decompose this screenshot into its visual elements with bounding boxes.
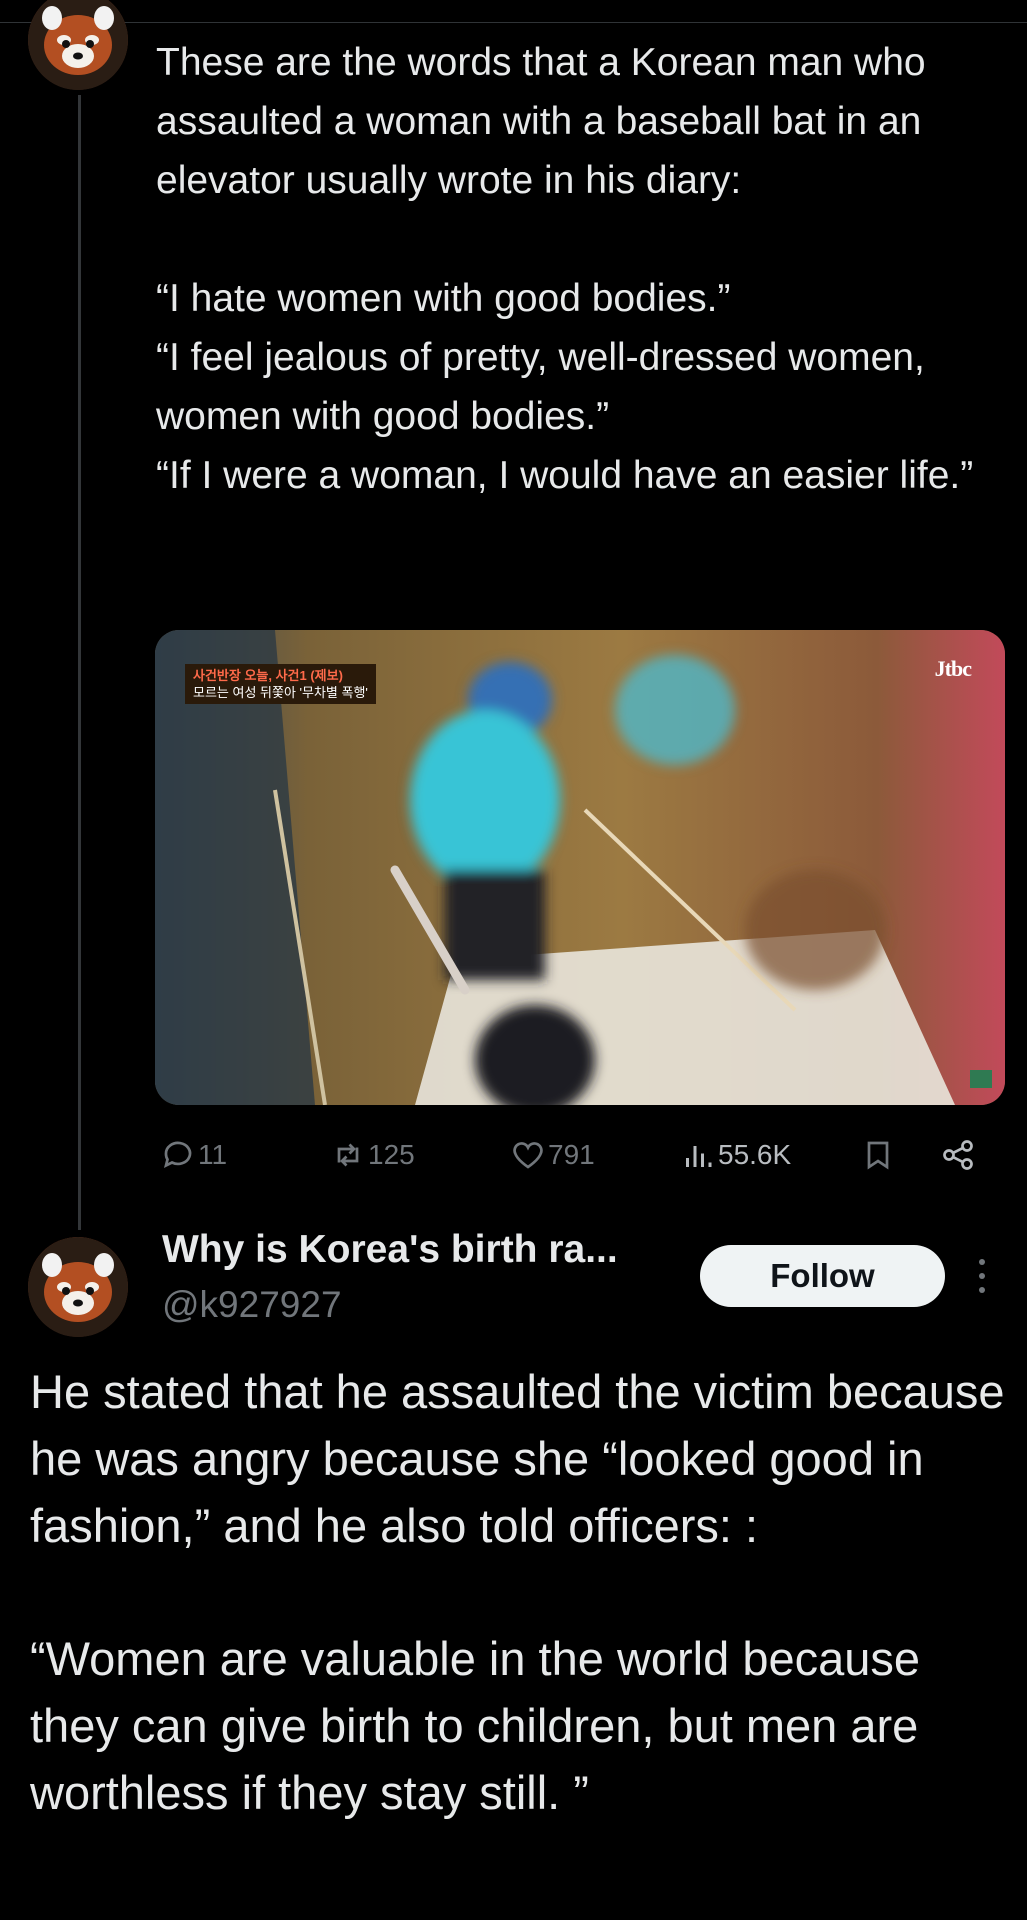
tweet-text: These are the words that a Korean man wh… bbox=[156, 33, 1006, 505]
tweet-intro-text: These are the words that a Korean man wh… bbox=[156, 41, 926, 202]
share-icon bbox=[940, 1137, 976, 1173]
red-panda-avatar-image bbox=[28, 0, 128, 90]
tweet-quote-1: “I hate women with good bodies.” bbox=[156, 277, 731, 320]
heart-icon bbox=[510, 1137, 546, 1173]
broadcaster-logo: Jtbc bbox=[934, 656, 972, 681]
author-handle[interactable]: @k927927 bbox=[162, 1284, 342, 1326]
views-icon bbox=[680, 1137, 716, 1173]
news-caption-subtitle: 모르는 여성 뒤쫓아 '무차별 폭행' bbox=[193, 685, 368, 700]
reply-count: 11 bbox=[198, 1139, 228, 1170]
tweet-paragraph-2: “Women are valuable in the world because… bbox=[30, 1632, 921, 1819]
reply-icon bbox=[160, 1137, 196, 1173]
reply-button[interactable]: 11 bbox=[160, 1130, 227, 1180]
avatar[interactable] bbox=[28, 1237, 128, 1337]
views-count: 55.6K bbox=[718, 1139, 792, 1170]
top-divider bbox=[0, 22, 1027, 23]
tweet-media-image[interactable]: 사건반장 오늘, 사건1 (제보) 모르는 여성 뒤쫓아 '무차별 폭행' Jt… bbox=[155, 630, 1005, 1105]
like-button[interactable]: 791 bbox=[510, 1130, 595, 1180]
bookmark-icon bbox=[860, 1137, 896, 1173]
follow-button[interactable]: Follow bbox=[700, 1245, 945, 1307]
views-button[interactable]: 55.6K bbox=[680, 1130, 791, 1180]
news-caption: 사건반장 오늘, 사건1 (제보) 모르는 여성 뒤쫓아 '무차별 폭행' bbox=[185, 664, 376, 704]
avatar[interactable] bbox=[28, 0, 128, 90]
like-count: 791 bbox=[548, 1139, 595, 1170]
bookmark-button[interactable] bbox=[860, 1130, 896, 1180]
tweet-actions-bar: 11 125 791 55.6K bbox=[160, 1130, 1010, 1180]
share-button[interactable] bbox=[940, 1130, 976, 1180]
news-caption-title: 사건반장 오늘, 사건1 (제보) bbox=[193, 668, 343, 683]
red-panda-avatar-image bbox=[28, 1237, 128, 1337]
repost-count: 125 bbox=[368, 1139, 415, 1170]
tweet-quote-3: “If I were a woman, I would have an easi… bbox=[156, 454, 974, 497]
author-display-name[interactable]: Why is Korea's birth ra... bbox=[162, 1228, 618, 1272]
tweet-quote-2: “I feel jealous of pretty, well-dressed … bbox=[156, 336, 925, 438]
more-vertical-icon[interactable] bbox=[975, 1256, 989, 1296]
repost-button[interactable]: 125 bbox=[330, 1130, 415, 1180]
thread-line bbox=[78, 95, 81, 1230]
tweet-paragraph-1: He stated that he assaulted the victim b… bbox=[30, 1365, 1005, 1552]
tweet-text: He stated that he assaulted the victim b… bbox=[30, 1358, 1010, 1826]
repost-icon bbox=[330, 1137, 366, 1173]
